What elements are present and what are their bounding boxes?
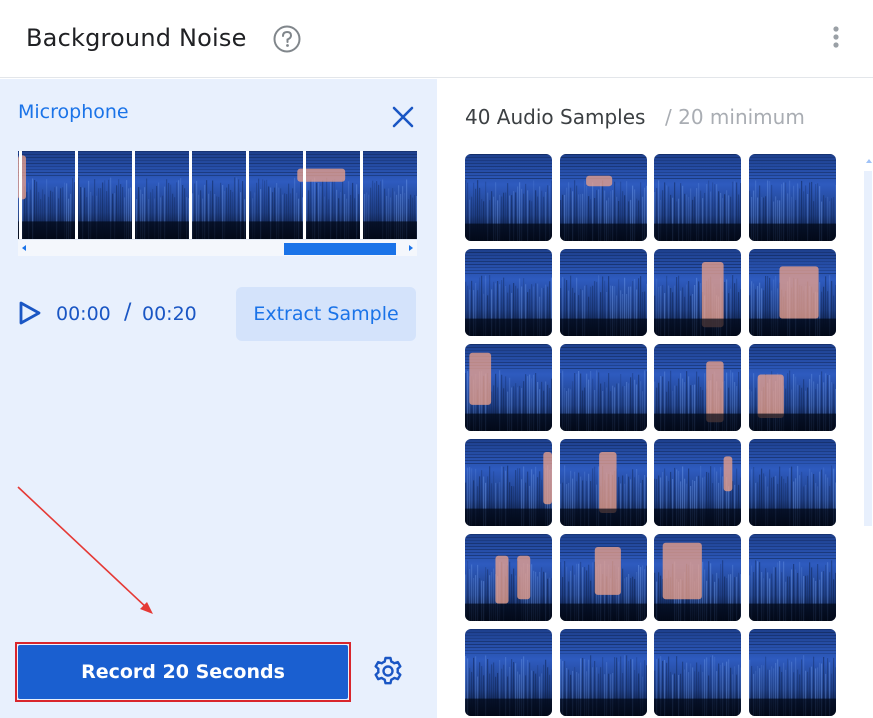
sample-tile[interactable] (748, 249, 836, 336)
microphone-label: Microphone (18, 101, 129, 123)
sample-tile[interactable] (654, 629, 741, 716)
sample-tile[interactable] (559, 249, 647, 336)
samples-count-label: 40 Audio Samples (465, 105, 646, 129)
spectrogram-thumbnail (654, 629, 741, 716)
sample-tile[interactable] (559, 439, 647, 526)
current-time: 00:00 (56, 303, 111, 325)
spectrogram-thumbnail (465, 154, 552, 241)
sample-tile[interactable] (465, 344, 552, 431)
spectrogram-thumbnail (748, 629, 836, 716)
spectrogram-thumbnail (748, 154, 836, 241)
spectrogram-frame-divider (19, 151, 22, 239)
sample-tile[interactable] (465, 439, 552, 526)
spectrogram-frame-divider (246, 151, 249, 239)
spectrogram-thumbnail (559, 344, 647, 431)
samples-scrollbar[interactable] (864, 171, 872, 526)
spectrogram-thumbnail (748, 344, 836, 431)
sample-tile[interactable] (559, 154, 647, 241)
spectrogram-frame-divider (360, 151, 363, 239)
spectrogram-thumbnail (559, 534, 647, 621)
scrollbar-thumb[interactable] (284, 243, 396, 255)
scroll-right-arrow-icon[interactable] (409, 245, 413, 251)
spectrogram-thumbnail (654, 534, 741, 621)
sample-tile[interactable] (465, 249, 552, 336)
spectrogram-image (18, 151, 417, 239)
sample-tile[interactable] (748, 154, 836, 241)
page-title: Background Noise (26, 24, 247, 52)
microphone-panel: Microphone 00:00 / 00:20 Extract Sample … (0, 79, 437, 718)
spectrogram-frame-divider (303, 151, 306, 239)
help-circle-icon[interactable] (272, 24, 302, 54)
sample-tile[interactable] (465, 534, 552, 621)
sample-tile[interactable] (748, 439, 836, 526)
spectrogram-frame-divider (132, 151, 135, 239)
spectrogram-thumbnail (654, 439, 741, 526)
spectrogram-scrollbar[interactable] (18, 239, 417, 256)
close-icon[interactable] (390, 104, 416, 130)
sample-tile[interactable] (465, 154, 552, 241)
samples-panel: 40 Audio Samples / 20 minimum (437, 79, 873, 718)
sample-tile[interactable] (748, 344, 836, 431)
spectrogram-thumbnail (748, 534, 836, 621)
spectrogram-thumbnail (465, 534, 552, 621)
spectrogram-thumbnail (748, 249, 836, 336)
spectrogram-thumbnail (748, 439, 836, 526)
spectrogram-thumbnail (465, 249, 552, 336)
scroll-left-arrow-icon[interactable] (22, 245, 26, 251)
record-button[interactable]: Record 20 Seconds (18, 645, 348, 699)
spectrogram-frame-divider (189, 151, 192, 239)
sample-tile[interactable] (654, 439, 741, 526)
sample-tile[interactable] (654, 249, 741, 336)
spectrogram-thumbnail (559, 249, 647, 336)
scroll-up-arrow-icon[interactable] (866, 159, 872, 163)
sample-tile[interactable] (559, 629, 647, 716)
spectrogram-thumbnail (465, 629, 552, 716)
spectrogram-strip[interactable] (18, 151, 417, 239)
spectrogram-thumbnail (654, 344, 741, 431)
sample-tile[interactable] (559, 534, 647, 621)
more-vert-icon[interactable] (826, 24, 846, 54)
gear-icon[interactable] (372, 655, 404, 687)
spectrogram-frame-divider (75, 151, 78, 239)
extract-sample-button[interactable]: Extract Sample (236, 287, 416, 341)
time-separator: / (124, 300, 132, 325)
play-icon[interactable] (18, 301, 42, 325)
samples-minimum-label: / 20 minimum (665, 105, 805, 129)
sample-tile[interactable] (748, 629, 836, 716)
spectrogram-thumbnail (465, 344, 552, 431)
spectrogram-thumbnail (654, 154, 741, 241)
sample-tile[interactable] (654, 154, 741, 241)
sample-tile[interactable] (465, 629, 552, 716)
sample-tile[interactable] (559, 344, 647, 431)
total-time: 00:20 (142, 303, 197, 325)
spectrogram-thumbnail (559, 629, 647, 716)
sample-tile[interactable] (654, 344, 741, 431)
sample-tile[interactable] (748, 534, 836, 621)
spectrogram-thumbnail (654, 249, 741, 336)
spectrogram-thumbnail (465, 439, 552, 526)
spectrogram-thumbnail (559, 154, 647, 241)
sample-tile[interactable] (654, 534, 741, 621)
header-bar: Background Noise (0, 0, 873, 78)
spectrogram-thumbnail (559, 439, 647, 526)
